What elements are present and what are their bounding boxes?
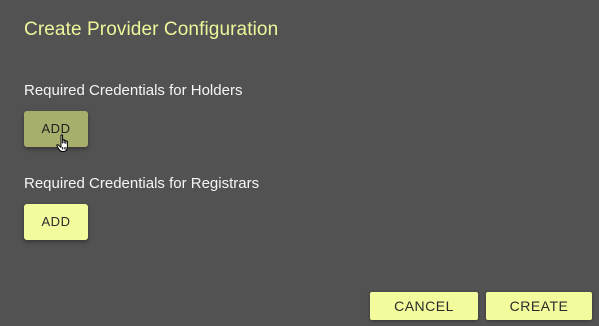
hand-pointer-icon — [56, 134, 68, 152]
create-provider-dialog: Create Provider Configuration Required C… — [0, 0, 599, 326]
create-button[interactable]: CREATE — [486, 292, 592, 320]
cancel-button[interactable]: CANCEL — [370, 292, 478, 320]
registrars-credentials-label: Required Credentials for Registrars — [24, 175, 260, 192]
dialog-title: Create Provider Configuration — [24, 19, 279, 40]
holders-credentials-label: Required Credentials for Holders — [24, 82, 243, 99]
add-registrars-credential-button[interactable]: ADD — [24, 204, 88, 240]
